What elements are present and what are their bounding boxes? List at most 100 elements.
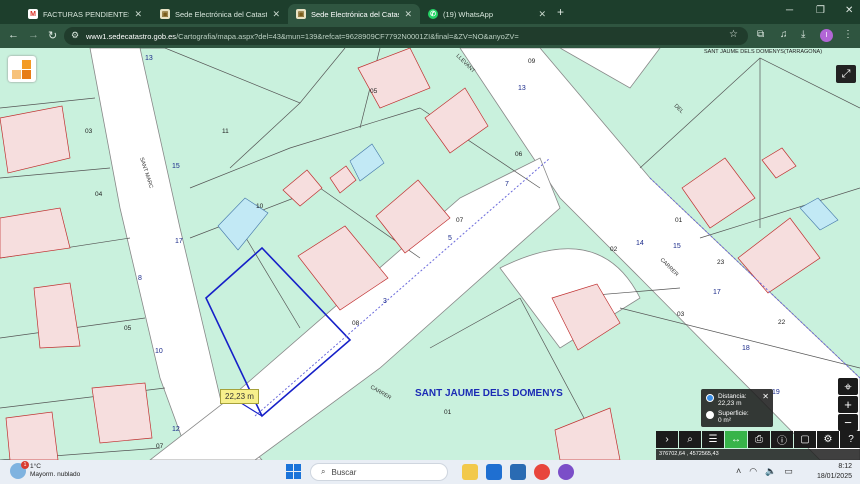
taskbar-search[interactable]: ⌕ Buscar: [310, 463, 448, 481]
tab-catastro-2[interactable]: ▣ Sede Electrónica del Catastro ✕: [288, 4, 420, 24]
parcel-number: 10: [256, 203, 264, 210]
road-number: 17: [713, 289, 721, 296]
road-number: 13: [518, 85, 526, 92]
store-icon[interactable]: [510, 464, 526, 480]
close-icon[interactable]: ✕: [404, 9, 412, 20]
menu-icon[interactable]: ⋮: [843, 29, 853, 40]
surface-option[interactable]: Superficie: 0 m²: [706, 410, 768, 424]
parcel-number: 05: [370, 88, 378, 95]
back-icon[interactable]: ←: [8, 29, 19, 41]
restore-icon[interactable]: ❐: [816, 5, 825, 16]
weather-temp: 1°C: [30, 463, 41, 470]
whatsapp-icon: ✆: [428, 9, 438, 19]
measure-icon[interactable]: ↔: [725, 431, 747, 448]
parcel-number: 03: [677, 311, 685, 318]
distance-label-text: Distancia:: [718, 393, 747, 400]
site-settings-icon[interactable]: ⚙: [71, 30, 79, 41]
extensions-icon[interactable]: ⧉: [757, 29, 764, 40]
download-icon[interactable]: ⤓: [801, 29, 805, 40]
parcel-number: 09: [528, 58, 536, 65]
window-close-icon[interactable]: ✕: [845, 5, 853, 16]
road-number: 10: [155, 348, 163, 355]
tab-facturas[interactable]: M FACTURAS PENDIENTES POR SUBIR ✕: [20, 4, 150, 24]
print-icon[interactable]: ⎙: [748, 431, 770, 448]
zoom-in-button[interactable]: +: [838, 396, 858, 413]
tab-whatsapp[interactable]: ✆ (19) WhatsApp ✕: [420, 4, 554, 24]
wifi-icon[interactable]: ◠: [749, 466, 757, 477]
cadastral-map[interactable]: 11 05 09 03 04 10 07 06 08 05 01 02 03 23 22 01 07 12 13 1…: [0, 48, 860, 460]
forward-icon[interactable]: →: [28, 29, 39, 41]
profile-avatar[interactable]: I: [820, 29, 833, 42]
road-number: 3: [383, 298, 387, 305]
surface-label-text: Superficie:: [718, 410, 749, 417]
close-icon[interactable]: ✕: [538, 9, 546, 20]
distance-radio[interactable]: [706, 394, 714, 402]
settings-icon[interactable]: ⚙: [817, 431, 839, 448]
road-number: 18: [742, 345, 750, 352]
gmail-icon: M: [28, 9, 38, 19]
map-location-header: SANT JAUME DELS DOMENYS(TARRAGONA): [704, 49, 823, 55]
clock[interactable]: 8:12 18/01/2025: [812, 462, 852, 482]
road-number: 14: [636, 240, 644, 247]
locate-button[interactable]: ⌖: [838, 378, 858, 395]
tab-label: (19) WhatsApp: [443, 9, 494, 19]
reload-icon[interactable]: ↻: [48, 29, 57, 42]
zoom-out-button[interactable]: −: [838, 414, 858, 431]
road-number: 15: [673, 243, 681, 250]
parcel-number: 01: [675, 217, 683, 224]
system-tray: ˄ ◠ 🔈 ▭: [736, 466, 793, 477]
road-number: 17: [175, 238, 183, 245]
distance-value: 22,23 m: [718, 400, 742, 407]
battery-icon[interactable]: ▭: [784, 466, 793, 477]
close-icon[interactable]: ✕: [272, 9, 280, 20]
url-host: www1.sedecatastro.gob.es: [86, 31, 177, 41]
volume-icon[interactable]: 🔈: [765, 466, 776, 477]
bookmark-star-icon[interactable]: ☆: [729, 29, 738, 40]
outlook-icon[interactable]: [486, 464, 502, 480]
weather-widget[interactable]: 1 1°C Mayorm. nublado: [10, 461, 81, 479]
parcel-number: 07: [156, 443, 164, 450]
start-button[interactable]: [286, 464, 302, 480]
parcel-number: 01: [444, 409, 452, 416]
parcel-number: 02: [610, 246, 618, 253]
capture-icon[interactable]: ▢: [794, 431, 816, 448]
street-name: DEL: [673, 103, 685, 115]
surface-value: 0 m²: [718, 417, 731, 424]
fullscreen-button[interactable]: ⤢: [836, 65, 856, 83]
road-number: 13: [145, 55, 153, 62]
layers-icon[interactable]: ☰: [702, 431, 724, 448]
weather-desc: Mayorm. nublado: [30, 471, 81, 478]
weather-icon: 1: [10, 461, 29, 479]
search-icon[interactable]: ⌕: [679, 431, 701, 448]
parcel-number: 05: [124, 325, 132, 332]
info-icon[interactable]: ⓘ: [771, 431, 793, 448]
chrome-icon[interactable]: [534, 464, 550, 480]
road-number: 8: [138, 275, 142, 282]
minimize-icon[interactable]: ─: [786, 5, 793, 16]
notification-badge: 1: [21, 461, 29, 469]
media-icon[interactable]: ♫: [780, 29, 788, 40]
tab-catastro-1[interactable]: ▣ Sede Electrónica del Catastro ✕: [152, 4, 288, 24]
close-icon[interactable]: ✕: [762, 392, 769, 401]
chevron-right-icon[interactable]: ›: [656, 431, 678, 448]
road-number: 15: [172, 163, 180, 170]
tab-strip: M FACTURAS PENDIENTES POR SUBIR ✕ ▣ Sede…: [0, 0, 860, 24]
close-icon[interactable]: ✕: [134, 9, 142, 20]
file-explorer-icon[interactable]: [462, 464, 478, 480]
tab-label: Sede Electrónica del Catastro: [311, 9, 399, 19]
app-icon[interactable]: [558, 464, 574, 480]
help-icon[interactable]: ?: [840, 431, 860, 448]
url-path: /Cartografia/mapa.aspx?del=43&mun=139&re…: [176, 31, 519, 41]
parcel-number: 11: [222, 128, 229, 135]
address-bar[interactable]: ⚙ www1.sedecatastro.gob.es/Cartografia/m…: [64, 27, 748, 45]
parcel-number: 06: [515, 151, 523, 158]
clock-date: 18/01/2025: [816, 473, 852, 480]
surface-radio[interactable]: [706, 411, 714, 419]
distance-label: 22,23 m: [220, 389, 259, 404]
search-placeholder: Buscar: [331, 467, 357, 477]
distance-option[interactable]: Distancia: 22,23 m: [706, 393, 768, 407]
chevron-up-icon[interactable]: ˄: [736, 466, 741, 477]
catastro-icon: ▣: [160, 9, 170, 19]
street-name: CARRER: [369, 385, 392, 402]
new-tab-button[interactable]: +: [557, 5, 564, 19]
